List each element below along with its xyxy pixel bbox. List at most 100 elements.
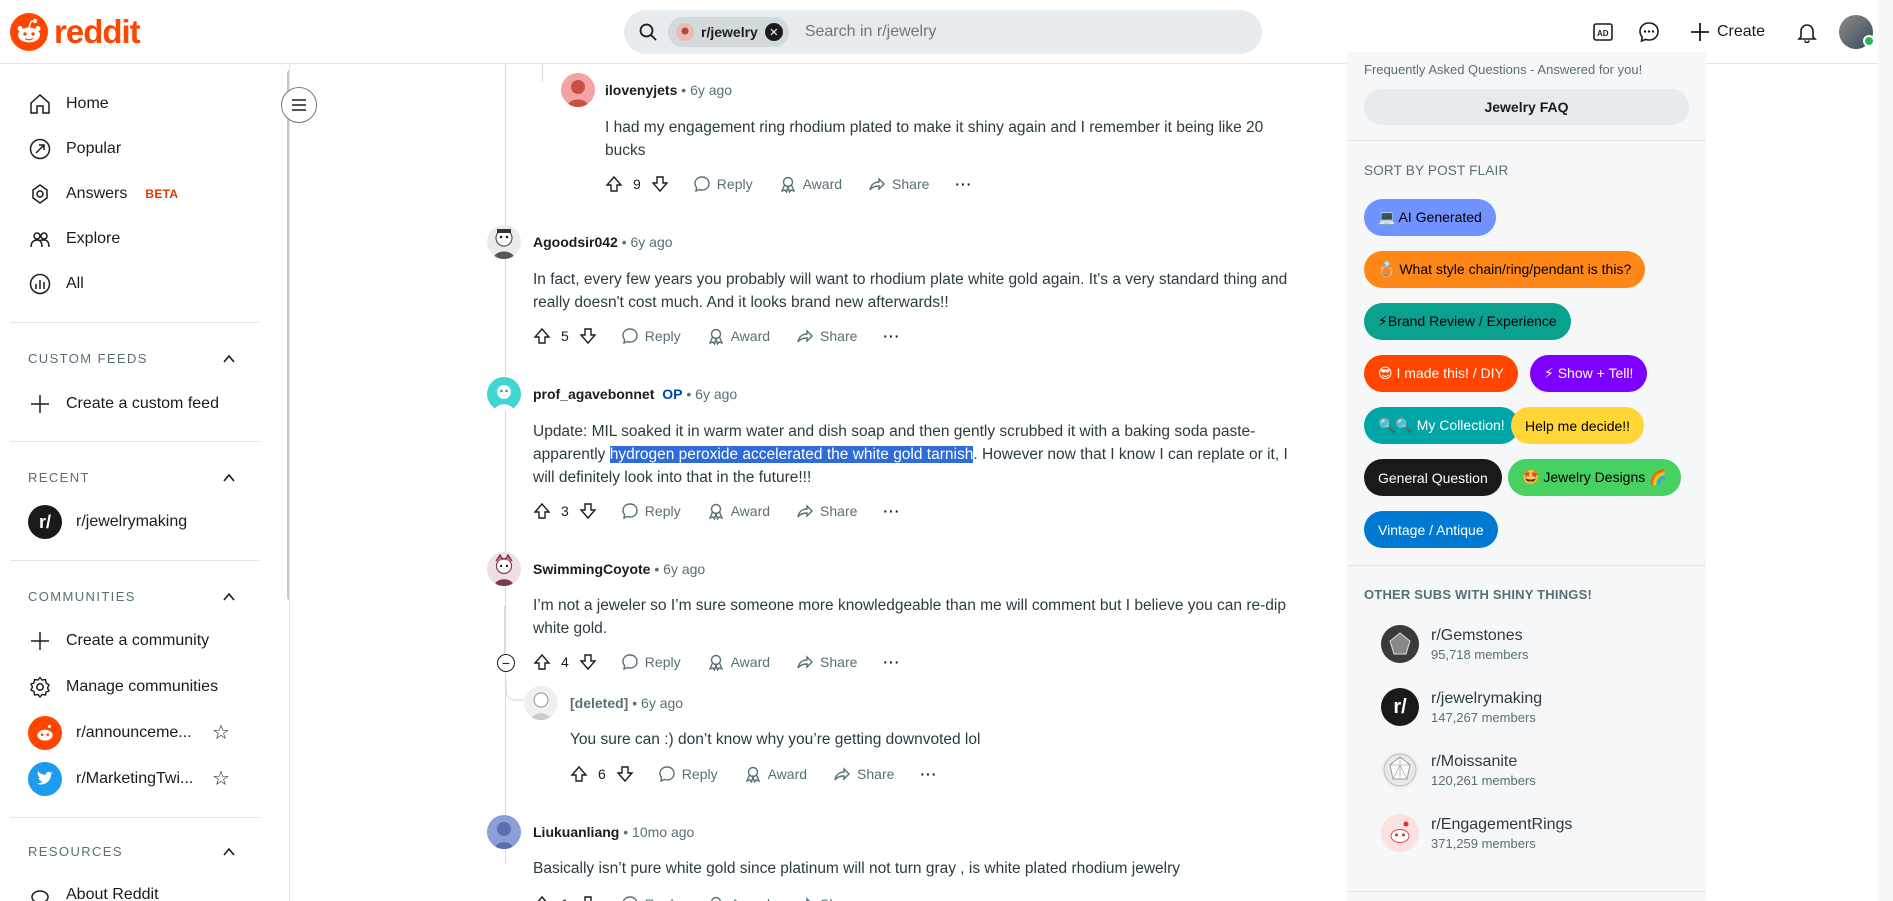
favorite-star-icon[interactable]: ☆ xyxy=(212,766,230,791)
share-button[interactable]: Share xyxy=(796,895,857,901)
create-button[interactable]: Create xyxy=(1677,12,1777,52)
flair-help-me-decide[interactable]: Help me decide!! xyxy=(1511,407,1645,444)
sub-item-moissanite[interactable]: r/Moissanite 120,261 members xyxy=(1381,751,1536,789)
share-button[interactable]: Share xyxy=(796,502,857,520)
resources-title[interactable]: RESOURCES xyxy=(28,844,123,859)
nav-home[interactable]: Home xyxy=(28,86,109,122)
downvote-icon[interactable] xyxy=(579,895,597,901)
share-button[interactable]: Share xyxy=(796,327,857,345)
thread-line[interactable] xyxy=(505,64,506,864)
nav-all[interactable]: All xyxy=(28,266,84,302)
reddit-logo[interactable]: reddit xyxy=(10,13,141,51)
reply-button[interactable]: Reply xyxy=(621,502,681,520)
flair-show-tell[interactable]: ⚡ Show + Tell! xyxy=(1530,355,1648,392)
community-item-marketingtwitter[interactable]: r/MarketingTwi... xyxy=(28,761,193,797)
more-options-icon[interactable]: ··· xyxy=(920,766,937,782)
search-community-chip[interactable]: r/jewelry ✕ xyxy=(668,17,789,47)
flair-jewelry-designs[interactable]: 🤩 Jewelry Designs 🌈 xyxy=(1508,459,1681,496)
favorite-star-icon[interactable]: ☆ xyxy=(212,720,230,745)
award-button[interactable]: Award xyxy=(707,502,770,520)
chat-icon[interactable] xyxy=(1629,12,1669,52)
more-options-icon[interactable]: ··· xyxy=(883,328,900,344)
notifications-bell-icon[interactable] xyxy=(1787,12,1827,52)
community-item-announcements[interactable]: r/announceme... xyxy=(28,715,192,751)
manage-communities[interactable]: Manage communities xyxy=(28,669,218,705)
downvote-icon[interactable] xyxy=(616,765,634,783)
award-button[interactable]: Award xyxy=(779,175,842,193)
comment-time[interactable]: 6y ago xyxy=(690,82,732,98)
chevron-up-icon[interactable] xyxy=(222,845,236,859)
avatar[interactable] xyxy=(487,377,521,411)
flair-ai-generated[interactable]: 💻 AI Generated xyxy=(1364,199,1496,236)
search-input[interactable] xyxy=(804,23,1205,41)
flair-i-made-this[interactable]: 😎 I made this! / DIY xyxy=(1364,355,1518,392)
reply-button[interactable]: Reply xyxy=(621,653,681,671)
downvote-icon[interactable] xyxy=(579,502,597,520)
thread-line[interactable] xyxy=(504,606,505,660)
award-button[interactable]: Award xyxy=(707,895,770,901)
user-avatar[interactable] xyxy=(1839,15,1875,49)
create-custom-feed[interactable]: Create a custom feed xyxy=(28,386,219,422)
create-community[interactable]: Create a community xyxy=(28,623,209,659)
upvote-icon[interactable] xyxy=(570,765,588,783)
chevron-up-icon[interactable] xyxy=(222,471,236,485)
comment-author[interactable]: SwimmingCoyote xyxy=(533,561,650,577)
thread-line[interactable] xyxy=(542,64,543,82)
flair-my-collection[interactable]: 🔍🔍 My Collection! xyxy=(1364,407,1519,444)
share-button[interactable]: Share xyxy=(868,175,929,193)
reply-button[interactable]: Reply xyxy=(621,895,681,901)
search-bar[interactable]: r/jewelry ✕ xyxy=(624,10,1262,54)
recent-title[interactable]: RECENT xyxy=(28,470,90,485)
reply-button[interactable]: Reply xyxy=(658,765,718,783)
downvote-icon[interactable] xyxy=(651,175,669,193)
nav-explore[interactable]: Explore xyxy=(28,221,120,257)
nav-popular[interactable]: Popular xyxy=(28,131,121,167)
about-reddit[interactable]: About Reddit xyxy=(28,877,159,901)
flair-vintage-antique[interactable]: Vintage / Antique xyxy=(1364,511,1498,548)
avatar[interactable] xyxy=(524,686,558,720)
custom-feeds-title[interactable]: CUSTOM FEEDS xyxy=(28,351,148,366)
sub-item-jewelrymaking[interactable]: r/ r/jewelrymaking 147,267 members xyxy=(1381,688,1542,726)
jewelry-faq-button[interactable]: Jewelry FAQ xyxy=(1364,89,1689,125)
comment-author[interactable]: Liukuanliang xyxy=(533,824,619,840)
comment-time[interactable]: 10mo ago xyxy=(632,824,694,840)
upvote-icon[interactable] xyxy=(533,895,551,901)
comment-author[interactable]: ilovenyjets xyxy=(605,82,677,98)
comment-author[interactable]: prof_agavebonnet xyxy=(533,386,654,402)
sidebar-scrollbar[interactable] xyxy=(287,70,289,600)
downvote-icon[interactable] xyxy=(579,327,597,345)
flair-what-style[interactable]: 💍 What style chain/ring/pendant is this? xyxy=(1364,251,1646,288)
communities-title[interactable]: COMMUNITIES xyxy=(28,589,136,604)
scroll-up-arrow-icon[interactable] xyxy=(1882,48,1889,54)
sub-item-engagementrings[interactable]: r/EngagementRings 371,259 members xyxy=(1381,814,1572,852)
reply-button[interactable]: Reply xyxy=(621,327,681,345)
chevron-up-icon[interactable] xyxy=(222,352,236,366)
upvote-icon[interactable] xyxy=(605,175,623,193)
comment-time[interactable]: 6y ago xyxy=(695,386,737,402)
nav-answers[interactable]: Answers BETA xyxy=(28,176,178,212)
avatar[interactable] xyxy=(487,815,521,849)
toggle-navigation-button[interactable] xyxy=(281,87,317,123)
downvote-icon[interactable] xyxy=(579,653,597,671)
award-button[interactable]: Award xyxy=(744,765,807,783)
collapse-thread-button[interactable]: − xyxy=(497,654,515,672)
comment-author[interactable]: Agoodsir042 xyxy=(533,234,618,250)
page-scrollbar[interactable] xyxy=(1878,0,1893,901)
reply-button[interactable]: Reply xyxy=(693,175,753,193)
chip-close-icon[interactable]: ✕ xyxy=(764,23,783,41)
comment-time[interactable]: 6y ago xyxy=(641,695,683,711)
upvote-icon[interactable] xyxy=(533,653,551,671)
avatar[interactable] xyxy=(487,225,521,259)
avatar[interactable] xyxy=(487,552,521,586)
sub-item-gemstones[interactable]: r/Gemstones 95,718 members xyxy=(1381,625,1529,663)
comment-time[interactable]: 6y ago xyxy=(631,234,673,250)
award-button[interactable]: Award xyxy=(707,327,770,345)
upvote-icon[interactable] xyxy=(533,327,551,345)
comment-time[interactable]: 6y ago xyxy=(663,561,705,577)
advertise-icon[interactable]: AD xyxy=(1583,12,1623,52)
share-button[interactable]: Share xyxy=(833,765,894,783)
chevron-up-icon[interactable] xyxy=(222,590,236,604)
avatar[interactable] xyxy=(561,73,595,107)
more-options-icon[interactable]: ··· xyxy=(883,503,900,519)
flair-brand-review[interactable]: ⚡Brand Review / Experience xyxy=(1364,303,1571,340)
